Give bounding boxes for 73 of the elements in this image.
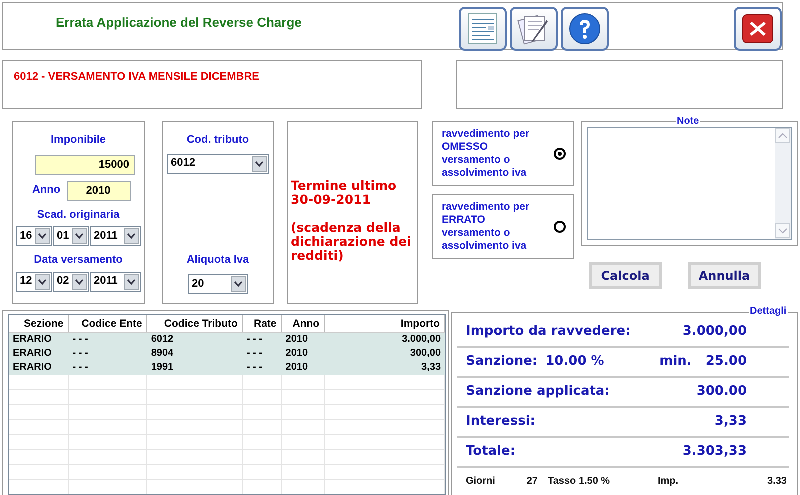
detail-value: 25.00	[706, 353, 747, 372]
table-cell-text: 300,00	[409, 347, 442, 361]
document-pen-icon[interactable]	[510, 7, 558, 51]
year-dropdown[interactable]: 2011	[90, 226, 141, 246]
option-label: ravvedimento per OMESSO versamento o assolvimento iva	[442, 128, 531, 180]
detail-value: 3.000,00	[682, 323, 747, 342]
table-cell-text: - - -	[72, 333, 90, 347]
table-cell-text: - - -	[246, 361, 264, 375]
column-header[interactable]: Anno	[282, 315, 325, 332]
option-label: ravvedimento per ERRATO versamento o assolvimento iva	[442, 200, 531, 252]
field-label: Aliquota Iva	[186, 252, 250, 268]
column-header[interactable]: Sezione	[9, 315, 69, 332]
detail-label: Sanzione:	[466, 353, 538, 372]
table-cell-text: - - -	[72, 361, 90, 375]
detail-label: Importo da ravvedere:	[466, 323, 631, 342]
column-header[interactable]: Rate	[242, 315, 282, 332]
table-cell-text: 2010	[284, 347, 310, 361]
field-label: Scad. originaria	[37, 208, 120, 222]
detail-label: Sanzione applicata:	[466, 383, 610, 402]
table-cell-text: 2010	[284, 333, 310, 347]
footer-label: Tasso 1.50 %	[548, 474, 612, 488]
field-label: Data versamento	[34, 253, 123, 268]
detail-label: Totale:	[466, 443, 516, 462]
table-cell-text: ERARIO	[12, 347, 53, 361]
detail-value: 3,33	[714, 413, 747, 432]
footer-label: Giorni	[466, 474, 496, 488]
table-cell-text: 3.000,00	[401, 333, 442, 347]
table-cell-text: ERARIO	[12, 333, 53, 347]
imponibile-field[interactable]: 15000	[34, 154, 134, 174]
table-cell-text: ERARIO	[12, 361, 53, 375]
detail-value: 3.303,33	[682, 443, 747, 462]
table-cell-text: - - -	[246, 333, 264, 347]
window-title: Errata Applicazione del Reverse Charge	[56, 14, 302, 32]
detail-min-label: min.	[660, 353, 692, 372]
detail-value: 300.00	[696, 383, 747, 402]
deadline-text: Termine ultimo 30-09-2011	[291, 179, 398, 207]
action-button[interactable]: Annulla	[688, 262, 761, 289]
table-cell-text: - - -	[72, 347, 90, 361]
detail-rate: 10.00 %	[546, 353, 604, 372]
table-cell-text: 3,33	[420, 361, 442, 375]
details-legend: Dettagli	[749, 306, 788, 317]
month-dropdown[interactable]: 02	[53, 272, 89, 292]
anno-field[interactable]: 2010	[66, 180, 131, 200]
table-cell-text: - - -	[246, 347, 264, 361]
aliquota-dropdown[interactable]: 20	[188, 274, 248, 294]
note-legend: Note	[676, 116, 700, 127]
day-dropdown[interactable]: 16	[16, 226, 52, 246]
deadline-note: (scadenza della dichiarazione dei redditi)	[291, 221, 412, 263]
close-icon[interactable]	[734, 7, 782, 51]
footer-value: 27	[526, 474, 538, 488]
year-dropdown[interactable]: 2011	[90, 272, 141, 292]
day-dropdown[interactable]: 12	[16, 272, 52, 292]
field-label: Cod. tributo	[186, 133, 250, 148]
detail-label: Interessi:	[466, 413, 536, 432]
action-button[interactable]: Calcola	[589, 262, 662, 289]
footer-label: Imp.	[658, 474, 680, 488]
tributo-dropdown[interactable]: 6012	[167, 154, 269, 174]
column-header[interactable]: Codice Tributo	[147, 315, 243, 332]
help-icon[interactable]	[561, 7, 609, 51]
table-cell-text: 8904	[150, 347, 175, 361]
column-header[interactable]: Importo	[324, 315, 445, 332]
radio-button[interactable]	[554, 148, 566, 160]
footer-value: 3.33	[766, 474, 788, 488]
table-cell-text: 6012	[150, 333, 175, 347]
column-header[interactable]: Codice Ente	[68, 315, 148, 332]
month-dropdown[interactable]: 01	[53, 226, 89, 246]
radio-button[interactable]	[554, 220, 566, 232]
description-text: 6012 - VERSAMENTO IVA MENSILE DICEMBRE	[14, 70, 261, 85]
field-label: Anno	[32, 183, 61, 198]
table-cell-text: 2010	[284, 361, 310, 375]
table-cell-text: 1991	[150, 361, 175, 375]
form-icon[interactable]	[459, 7, 507, 51]
field-label: Imponibile	[51, 133, 106, 148]
